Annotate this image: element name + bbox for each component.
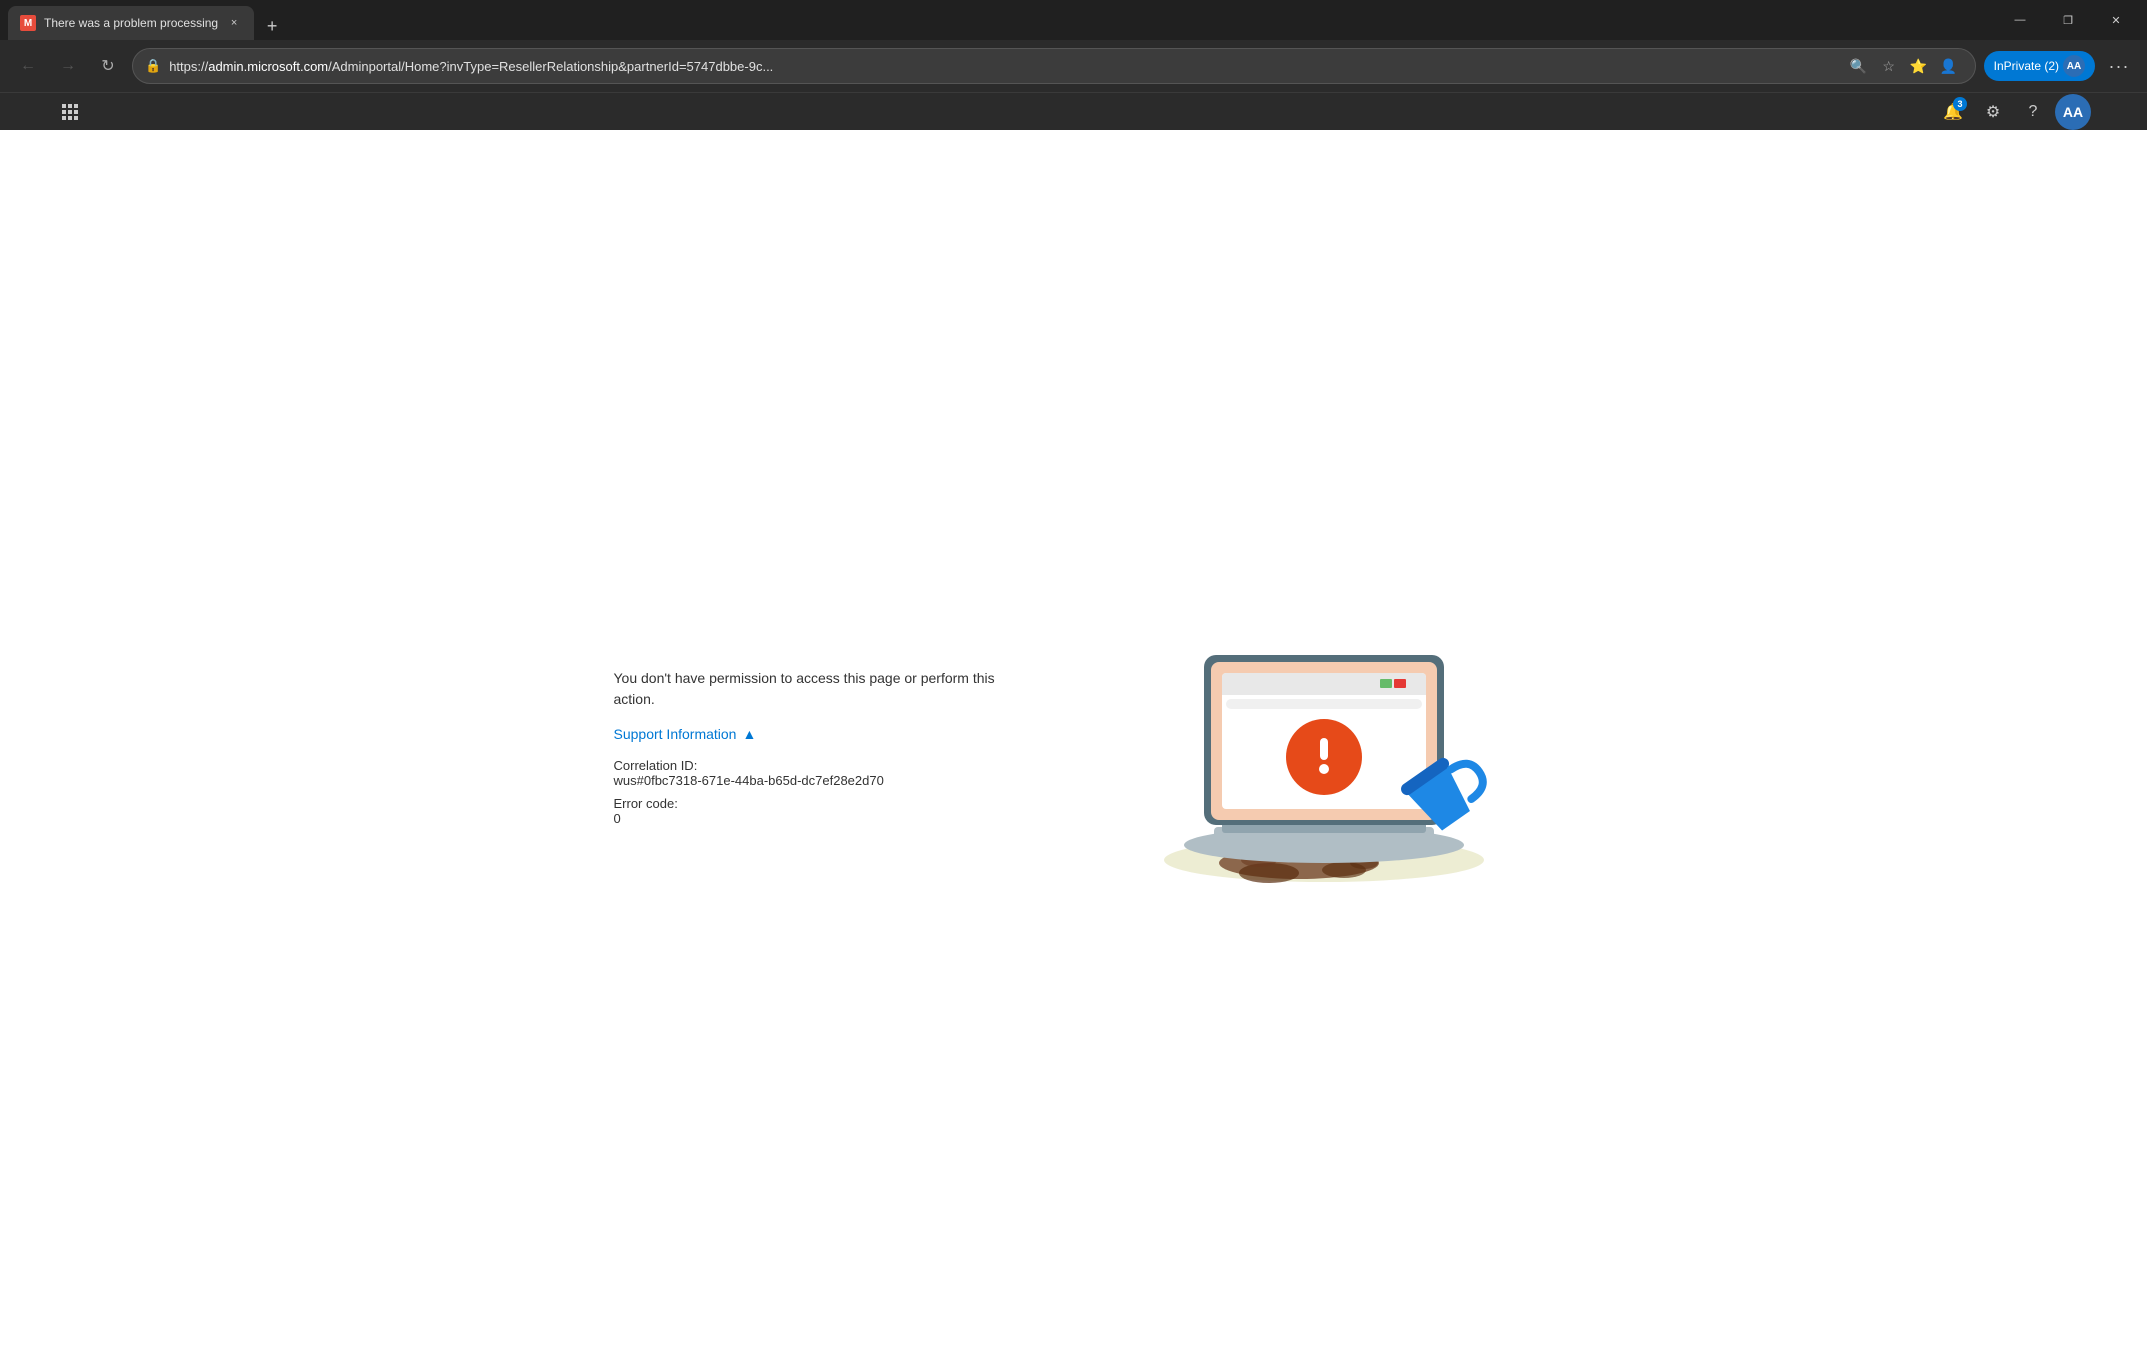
window-controls: — ❐ ✕ [1997,4,2139,36]
apps-grid-icon[interactable] [56,98,84,126]
user-avatar[interactable]: AA [2055,94,2091,130]
help-button[interactable]: ? [2015,94,2051,130]
refresh-button[interactable]: ↻ [92,50,124,82]
profile-avatar-small: AA [2063,55,2085,77]
tab-close-button[interactable]: × [226,15,242,31]
correlation-id-section: Correlation ID: wus#0fbc7318-671e-44ba-b… [614,758,1034,788]
settings-button[interactable]: ⚙ [1975,94,2011,130]
title-bar: M There was a problem processing × + — ❐… [0,0,2147,40]
error-code-value: 0 [614,811,1034,826]
browser-tab[interactable]: M There was a problem processing × [8,6,254,40]
tab-title: There was a problem processing [44,16,218,30]
gear-icon: ⚙ [1986,102,2000,122]
tab-area: M There was a problem processing × + [8,0,1989,40]
browser-toolbar: ← → ↻ 🔒 https://admin.microsoft.com/Admi… [0,40,2147,92]
error-message: You don't have permission to access this… [614,668,1034,710]
collections-icon[interactable]: ⭐ [1905,52,1933,80]
support-info-label: Support Information [614,726,737,742]
inprivate-label: InPrivate (2) [1994,59,2059,73]
error-illustration [1114,595,1534,900]
notification-badge: 3 [1953,97,1967,111]
right-toolbar: 🔔 3 ⚙ ? AA [1935,94,2091,130]
support-details: Correlation ID: wus#0fbc7318-671e-44ba-b… [614,758,1034,826]
error-code-section: Error code: 0 [614,796,1034,826]
correlation-id-label: Correlation ID: [614,758,1034,773]
error-text-section: You don't have permission to access this… [614,668,1034,826]
page-content: You don't have permission to access this… [0,130,2147,1364]
forward-button[interactable]: → [52,50,84,82]
search-icon[interactable]: 🔍 [1845,52,1873,80]
profile-icon[interactable]: 👤 [1935,52,1963,80]
address-bar[interactable]: 🔒 https://admin.microsoft.com/Adminporta… [132,48,1976,84]
close-button[interactable]: ✕ [2093,4,2139,36]
lock-icon: 🔒 [145,58,161,74]
back-button[interactable]: ← [12,50,44,82]
correlation-id-value: wus#0fbc7318-671e-44ba-b65d-dc7ef28e2d70 [614,773,1034,788]
favorites-bar: 🔔 3 ⚙ ? AA [0,92,2147,130]
minimize-button[interactable]: — [1997,4,2043,36]
error-container: You don't have permission to access this… [524,595,1624,900]
error-code-label: Error code: [614,796,1034,811]
more-menu-button[interactable]: ··· [2103,50,2135,82]
favorites-star-icon[interactable]: ☆ [1875,52,1903,80]
address-actions: 🔍 ☆ ⭐ 👤 [1845,52,1963,80]
maximize-button[interactable]: ❐ [2045,4,2091,36]
new-tab-button[interactable]: + [258,12,286,40]
chevron-up-icon: ▲ [742,726,756,742]
url-text: https://admin.microsoft.com/Adminportal/… [169,59,1836,74]
notifications-button[interactable]: 🔔 3 [1935,94,1971,130]
tab-favicon: M [20,15,36,31]
inprivate-button[interactable]: InPrivate (2) AA [1984,51,2095,81]
support-info-toggle[interactable]: Support Information ▲ [614,726,1034,742]
help-icon: ? [2029,103,2038,121]
